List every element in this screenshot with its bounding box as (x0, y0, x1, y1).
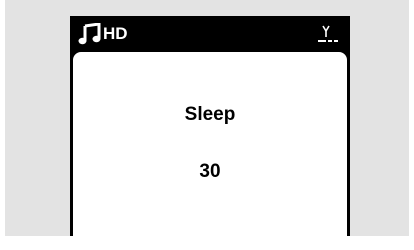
menu-screen: Sleep 30 (73, 52, 347, 236)
status-bar: HD (70, 16, 350, 50)
source-indicator: HD (78, 23, 128, 45)
music-note-icon (78, 23, 101, 45)
menu-title: Sleep (184, 104, 236, 125)
sleep-timer-value: 30 (199, 161, 221, 182)
antenna-signal-icon (318, 25, 338, 42)
source-label: HD (103, 24, 128, 43)
device-display: HD Sleep 30 (70, 16, 350, 236)
